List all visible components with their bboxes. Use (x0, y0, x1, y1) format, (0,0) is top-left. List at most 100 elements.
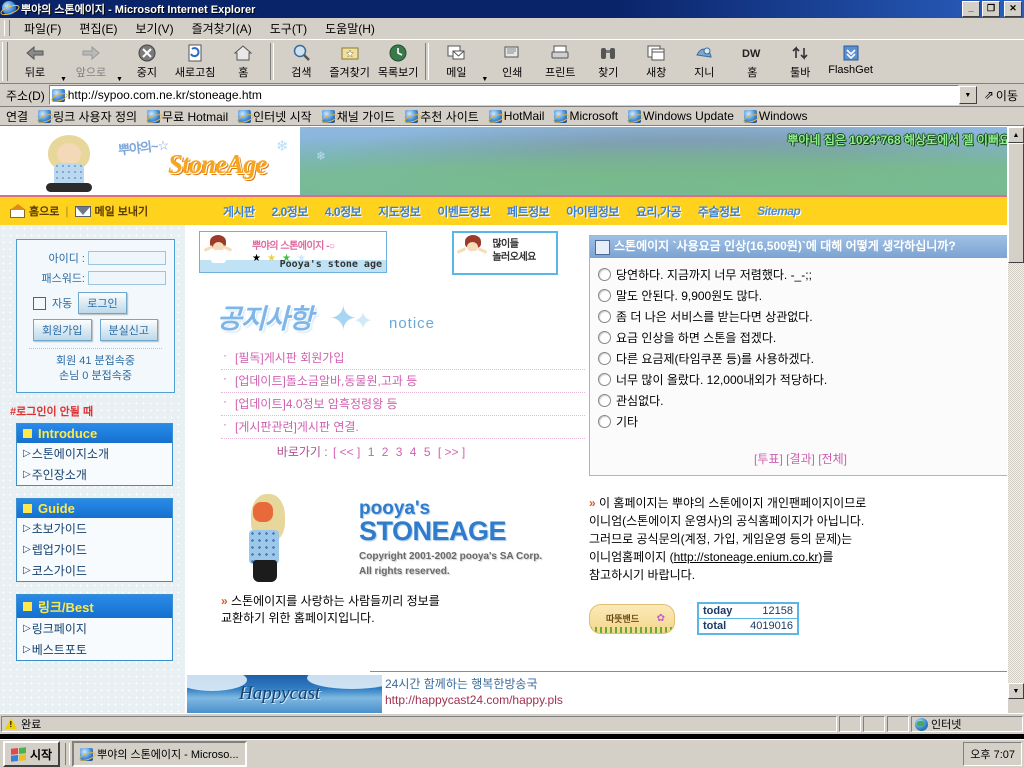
nav-link-item-info[interactable]: 아이템정보 (566, 203, 619, 220)
auto-login-checkbox[interactable] (33, 296, 46, 310)
nav-mail-button[interactable]: 메일 보내기 (74, 203, 148, 219)
link-custom[interactable]: 링크 사용자 정의 (33, 108, 142, 125)
toolbar-toolbars-button[interactable]: 툴바 (776, 40, 824, 83)
toolbar-forward-button[interactable]: 앞으로 (67, 40, 115, 80)
sidebar-item-owner-intro[interactable]: ▷ 주인장소개 (17, 464, 172, 485)
nav-link-info-20[interactable]: 2.0정보 (272, 203, 309, 220)
login-password-input[interactable] (88, 271, 166, 285)
scroll-up-button[interactable]: ▲ (1008, 127, 1024, 143)
signup-button[interactable]: 회원가입 (33, 319, 92, 341)
link-recommended-sites[interactable]: 추천 사이트 (400, 108, 484, 125)
poll-option[interactable]: 기타 (598, 411, 1005, 432)
nav-link-magic-info[interactable]: 주술정보 (698, 203, 741, 220)
poll-vote-button[interactable]: [투표] (754, 452, 783, 466)
toolbar-printer-button[interactable]: 프린트 (536, 40, 584, 83)
address-input[interactable]: http://sypoo.com.ne.kr/stoneage.htm (48, 85, 959, 105)
sidebar-item-levelup-guide[interactable]: ▷ 렙업가이드 (17, 539, 172, 560)
pager-page-2[interactable]: 2 (380, 445, 391, 459)
toolbar-dreamweaver-button[interactable]: DW 홈 (728, 40, 776, 83)
nav-link-info-40[interactable]: 4.0정보 (325, 203, 362, 220)
link-channel-guide[interactable]: 채널 가이드 (317, 108, 401, 125)
scroll-down-button[interactable]: ▼ (1008, 683, 1024, 699)
sidebar-item-course-guide[interactable]: ▷ 코스가이드 (17, 560, 172, 581)
toolbar-refresh-button[interactable]: 새로고침 (171, 40, 219, 83)
scrollbar-thumb[interactable] (1008, 143, 1024, 263)
link-hotmail[interactable]: HotMail (484, 109, 550, 123)
toolbar-history-button[interactable]: 목록보기 (374, 40, 422, 83)
link-hotmail-free[interactable]: 무료 Hotmail (142, 108, 233, 125)
scrollbar-track[interactable] (1008, 263, 1024, 683)
poll-option[interactable]: 요금 인상을 하면 스톤을 접겠다. (598, 327, 1005, 348)
radio-button[interactable] (598, 310, 611, 323)
poll-all-button[interactable]: [전체] (818, 452, 847, 466)
taskbar-item-ie[interactable]: 뿌야의 스톤에이지 - Microso... (72, 741, 247, 767)
menu-edit[interactable]: 편집(E) (70, 18, 126, 39)
go-button[interactable]: ⇗ 이동 (978, 87, 1024, 104)
link-microsoft[interactable]: Microsoft (549, 109, 623, 123)
radio-button[interactable] (598, 352, 611, 365)
sidebar-item-best-photo[interactable]: ▷ 베스트포토 (17, 639, 172, 660)
sidebar-item-beginner-guide[interactable]: ▷ 초보가이드 (17, 518, 172, 539)
lost-password-button[interactable]: 분실신고 (99, 319, 158, 341)
minimize-button[interactable]: _ (962, 1, 980, 17)
sidebar-item-stoneage-intro[interactable]: ▷ 스톤에이지소개 (17, 443, 172, 464)
radio-button[interactable] (598, 268, 611, 281)
address-dropdown-button[interactable]: ▼ (958, 86, 977, 104)
toolbar-search-button[interactable]: 검색 (277, 40, 325, 83)
nav-link-cooking[interactable]: 요리,가공 (636, 203, 682, 220)
toolbar-flashget-button[interactable]: FlashGet (824, 40, 877, 83)
nav-link-sitemap[interactable]: Sitemap (757, 204, 801, 218)
toolbar-grip[interactable] (2, 42, 8, 81)
menu-file[interactable]: 파일(F) (15, 18, 70, 39)
forward-dropdown-arrow-icon[interactable]: ▼ (116, 76, 123, 83)
toolbar-mail-button[interactable]: 메일 (432, 40, 480, 80)
toolbar-favorites-button[interactable]: 즐겨찾기 (325, 40, 373, 83)
radio-button[interactable] (598, 373, 611, 386)
pager-next-button[interactable]: [ >> ] (436, 445, 467, 459)
maximize-button[interactable]: ❐ (982, 1, 1000, 17)
pager-page-5[interactable]: 5 (422, 445, 433, 459)
mail-dropdown-arrow-icon[interactable]: ▼ (481, 76, 488, 83)
toolbar-newwindow-button[interactable]: 새창 (632, 40, 680, 83)
toolbar-home-button[interactable]: 홈 (219, 40, 267, 83)
back-dropdown-arrow-icon[interactable]: ▼ (60, 76, 67, 83)
nav-link-pet-info[interactable]: 페트정보 (507, 203, 550, 220)
band-ad-banner[interactable]: 따뜻밴드 ✿ (589, 603, 675, 634)
menu-help[interactable]: 도움말(H) (316, 18, 384, 39)
toolbar-genie-button[interactable]: 지니 (680, 40, 728, 83)
notice-item[interactable]: [게시판관련]게시판 연결. (221, 416, 585, 439)
radio-button[interactable] (598, 394, 611, 407)
notice-item[interactable]: [업데이트]돌소금알바,동물원,고과 등 (221, 370, 585, 393)
link-internet-start[interactable]: 인터넷 시작 (233, 108, 317, 125)
radio-button[interactable] (598, 331, 611, 344)
enium-homepage-link[interactable]: http://stoneage.enium.co.kr (674, 550, 819, 564)
site-ad-banner-2[interactable]: 많이들 놀러오세요 (452, 231, 559, 275)
login-id-input[interactable] (88, 251, 166, 265)
close-button[interactable]: ✕ (1004, 1, 1022, 17)
poll-option[interactable]: 다른 요금제(타임쿠폰 등)를 사용하겠다. (598, 348, 1005, 369)
poll-result-button[interactable]: [결과] (786, 452, 815, 466)
pager-page-3[interactable]: 3 (394, 445, 405, 459)
poll-option[interactable]: 당연하다. 지금까지 너무 저렴했다. -_-;; (598, 264, 1005, 285)
nav-link-event-info[interactable]: 이벤트정보 (437, 203, 490, 220)
login-button[interactable]: 로그인 (78, 292, 127, 314)
pager-page-1[interactable]: 1 (366, 445, 377, 459)
nav-link-board[interactable]: 게시판 (223, 203, 255, 220)
radio-button[interactable] (598, 415, 611, 428)
menu-favorites[interactable]: 즐겨찾기(A) (183, 18, 261, 39)
pager-prev-button[interactable]: [ << ] (331, 445, 362, 459)
start-button[interactable]: 시작 (3, 741, 61, 767)
link-windows[interactable]: Windows (739, 109, 813, 123)
toolbar-stop-button[interactable]: 중지 (123, 40, 171, 83)
happycast-banner[interactable]: Happycast (187, 675, 382, 713)
notice-item[interactable]: [업데이트]4.0정보 암흑정령왕 등 (221, 393, 585, 416)
page-scrollbar[interactable]: ▲ ▼ (1007, 127, 1024, 713)
sidebar-item-link-page[interactable]: ▷ 링크페이지 (17, 618, 172, 639)
radio-button[interactable] (598, 289, 611, 302)
site-ad-banner-1[interactable]: 뿌야의 스톤에이지 -○ ★★★★ Pooya's stone age (199, 231, 387, 273)
pager-page-4[interactable]: 4 (408, 445, 419, 459)
poll-option[interactable]: 말도 안된다. 9,900원도 많다. (598, 285, 1005, 306)
toolbar-print-button[interactable]: 인쇄 (488, 40, 536, 83)
poll-option[interactable]: 좀 더 나은 서비스를 받는다면 상관없다. (598, 306, 1005, 327)
menu-view[interactable]: 보기(V) (126, 18, 182, 39)
